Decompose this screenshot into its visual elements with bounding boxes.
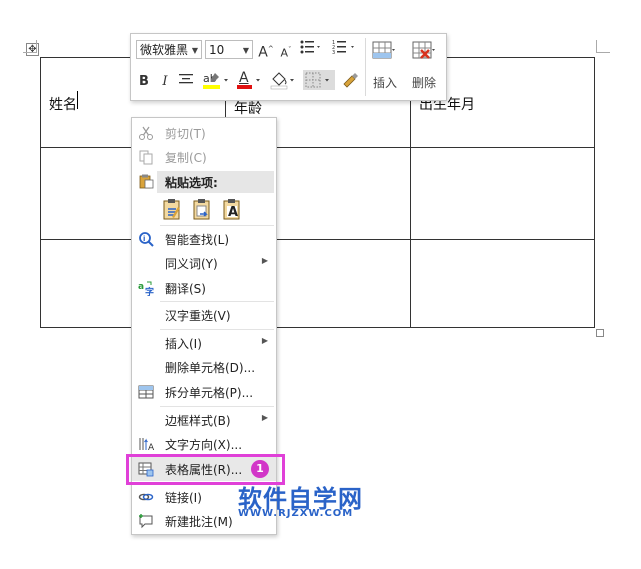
highlighter-icon: ab xyxy=(203,72,228,89)
translate-icon: a字 xyxy=(138,281,154,296)
menu-separator xyxy=(160,406,274,407)
menu-item-synonyms[interactable]: 同义词(Y) ▶ xyxy=(132,251,276,275)
paste-icon xyxy=(139,174,154,189)
paste-options-header: 粘贴选项: xyxy=(157,171,274,193)
text-cursor xyxy=(77,91,78,109)
font-name-dropdown[interactable]: 微软雅黑 ▼ xyxy=(136,40,202,59)
numbered-list-icon: 123 xyxy=(332,40,354,56)
menu-item-translate[interactable]: a字 翻译(S) xyxy=(132,276,276,300)
menu-separator xyxy=(160,225,274,226)
font-name-value: 微软雅黑 xyxy=(140,43,189,57)
table-header-cell-age[interactable]: 年龄 xyxy=(234,98,262,118)
menu-item-insert[interactable]: 插入(I) ▶ xyxy=(132,331,276,355)
menu-item-label: 新建批注(M) xyxy=(165,515,233,529)
italic-button[interactable]: I xyxy=(159,72,171,92)
delete-table-icon[interactable] xyxy=(412,39,436,63)
svg-text:A: A xyxy=(148,443,154,452)
font-size-value: 10 xyxy=(209,43,225,57)
shrink-font-button[interactable]: Aˇ xyxy=(278,40,294,60)
svg-text:a: a xyxy=(138,282,144,292)
format-painter-icon xyxy=(343,73,358,88)
submenu-arrow-icon: ▶ xyxy=(261,413,268,422)
paste-options-label: 粘贴选项: xyxy=(165,176,218,190)
center-align-button[interactable] xyxy=(177,72,195,92)
submenu-arrow-icon: ▶ xyxy=(261,336,268,345)
margin-corner-mark xyxy=(596,40,597,53)
font-size-dropdown[interactable]: 10 ▼ xyxy=(205,40,253,59)
chevron-down-icon: ▼ xyxy=(191,46,198,55)
mini-toolbar: 微软雅黑 ▼ 10 ▼ A^ Aˇ 123 插入 删除 B I ab A xyxy=(130,33,447,101)
smart-lookup-icon: i xyxy=(139,232,154,247)
font-color-icon xyxy=(237,79,260,89)
submenu-arrow-icon: ▶ xyxy=(261,256,268,265)
bold-button[interactable]: B xyxy=(137,72,151,92)
menu-item-split-cells[interactable]: 拆分单元格(P)... xyxy=(132,380,276,404)
menu-item-label: 剪切(T) xyxy=(165,127,206,141)
paste-text-only-letter: A xyxy=(228,205,239,220)
text-direction-icon: A xyxy=(139,438,154,452)
svg-text:3: 3 xyxy=(332,50,335,55)
toolbar-separator xyxy=(365,38,366,96)
menu-item-label: 汉字重选(V) xyxy=(165,309,231,323)
menu-item-label: 边框样式(B) xyxy=(165,414,231,428)
table-header-cell-name[interactable]: 姓名 xyxy=(49,94,77,114)
margin-corner-mark xyxy=(36,40,37,53)
chevron-down-icon: ▼ xyxy=(242,46,249,55)
table-row-divider xyxy=(41,147,594,148)
step-number-badge: 1 xyxy=(251,460,269,478)
split-cells-icon xyxy=(138,385,154,399)
bullets-button[interactable] xyxy=(299,39,323,59)
svg-text:i: i xyxy=(143,235,145,243)
delete-label[interactable]: 删除 xyxy=(412,74,436,91)
svg-text:字: 字 xyxy=(145,286,154,296)
menu-item-label: 插入(I) xyxy=(165,337,202,351)
menu-item-label: 复制(C) xyxy=(165,151,207,165)
menu-item-reconversion[interactable]: 汉字重选(V) xyxy=(132,303,276,327)
menu-separator xyxy=(160,301,274,302)
table-row-divider xyxy=(41,239,594,240)
align-center-icon xyxy=(179,74,193,84)
menu-item-copy[interactable]: 复制(C) xyxy=(132,145,276,169)
copy-icon xyxy=(139,150,153,165)
borders-icon xyxy=(305,72,329,88)
new-comment-icon xyxy=(139,514,153,529)
menu-item-label: 翻译(S) xyxy=(165,282,206,296)
menu-separator xyxy=(160,329,274,330)
menu-item-label: 智能查找(L) xyxy=(165,233,230,247)
menu-item-label: 同义词(Y) xyxy=(165,257,218,271)
menu-item-smart-lookup[interactable]: i 智能查找(L) xyxy=(132,227,276,251)
menu-item-label: 删除单元格(D)... xyxy=(165,361,256,375)
bullet-list-icon xyxy=(300,40,320,54)
table-move-handle[interactable]: ✥ xyxy=(26,43,39,56)
grow-font-button[interactable]: A^ xyxy=(258,39,274,61)
font-color-button[interactable]: A xyxy=(235,70,265,90)
paste-keep-formatting-icon[interactable] xyxy=(162,197,182,221)
scissors-icon xyxy=(139,126,153,140)
borders-button[interactable] xyxy=(303,70,335,90)
format-painter-button[interactable] xyxy=(339,70,361,90)
highlight-button[interactable]: ab xyxy=(201,70,231,90)
link-icon xyxy=(138,493,154,501)
paste-text-only-icon[interactable]: A xyxy=(222,197,242,221)
menu-item-border-styles[interactable]: 边框样式(B) ▶ xyxy=(132,408,276,432)
menu-item-delete-cells[interactable]: 删除单元格(D)... xyxy=(132,355,276,379)
menu-item-label: 链接(I) xyxy=(165,491,202,505)
margin-corner-mark xyxy=(596,52,610,53)
menu-item-text-direction[interactable]: A 文字方向(X)... xyxy=(132,432,276,456)
menu-item-cut[interactable]: 剪切(T) xyxy=(132,121,276,145)
menu-item-label: 文字方向(X)... xyxy=(165,438,243,452)
table-resize-handle[interactable] xyxy=(596,329,604,337)
watermark-url: WWW.RJZXW.COM xyxy=(238,508,354,519)
menu-item-label: 拆分单元格(P)... xyxy=(165,386,254,400)
numbering-button[interactable]: 123 xyxy=(331,39,359,59)
paint-bucket-icon xyxy=(270,72,294,90)
insert-label[interactable]: 插入 xyxy=(373,74,397,91)
paste-merge-formatting-icon[interactable] xyxy=(192,197,212,221)
insert-table-icon[interactable] xyxy=(372,39,396,63)
shading-button[interactable] xyxy=(269,70,299,90)
margin-corner-mark xyxy=(23,52,37,53)
